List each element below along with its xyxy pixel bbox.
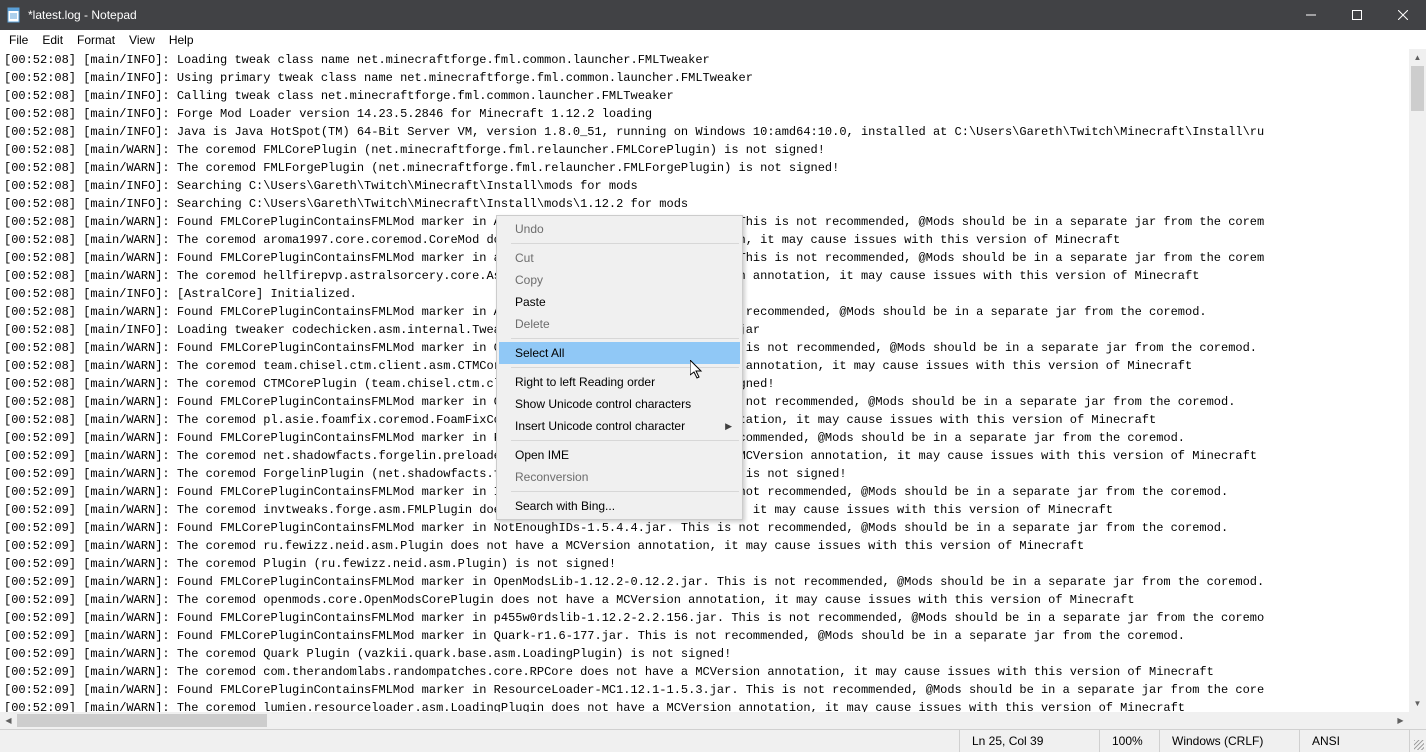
- status-encoding: ANSI: [1299, 730, 1409, 752]
- maximize-button[interactable]: [1334, 0, 1380, 30]
- ctx-open-ime[interactable]: Open IME: [499, 444, 740, 466]
- scroll-right-arrow[interactable]: ▶: [1392, 712, 1409, 729]
- notepad-icon: [6, 7, 22, 23]
- ctx-undo[interactable]: Undo: [499, 218, 740, 240]
- ctx-copy[interactable]: Copy: [499, 269, 740, 291]
- ctx-delete[interactable]: Delete: [499, 313, 740, 335]
- menu-help[interactable]: Help: [162, 32, 201, 48]
- titlebar[interactable]: *latest.log - Notepad: [0, 0, 1426, 30]
- menubar: File Edit Format View Help: [0, 30, 1426, 49]
- ctx-rtl-reading[interactable]: Right to left Reading order: [499, 371, 740, 393]
- menu-format[interactable]: Format: [70, 32, 122, 48]
- status-zoom: 100%: [1099, 730, 1159, 752]
- ctx-cut[interactable]: Cut: [499, 247, 740, 269]
- notepad-window: *latest.log - Notepad File Edit Format V…: [0, 0, 1426, 752]
- scroll-corner: [1409, 712, 1426, 729]
- ctx-reconversion[interactable]: Reconversion: [499, 466, 740, 488]
- ctx-separator: [511, 338, 739, 339]
- content-area: [00:52:08] [main/INFO]: Loading tweak cl…: [0, 49, 1426, 729]
- ctx-separator: [511, 491, 739, 492]
- ctx-select-all[interactable]: Select All: [499, 342, 740, 364]
- context-menu: Undo Cut Copy Paste Delete Select All Ri…: [496, 215, 743, 520]
- statusbar: Ln 25, Col 39 100% Windows (CRLF) ANSI: [0, 729, 1426, 752]
- close-button[interactable]: [1380, 0, 1426, 30]
- vertical-scroll-thumb[interactable]: [1411, 66, 1424, 111]
- ctx-insert-unicode[interactable]: Insert Unicode control character ▶: [499, 415, 740, 437]
- ctx-separator: [511, 243, 739, 244]
- minimize-button[interactable]: [1288, 0, 1334, 30]
- ctx-separator: [511, 367, 739, 368]
- submenu-arrow-icon: ▶: [725, 421, 732, 432]
- scroll-up-arrow[interactable]: ▲: [1409, 49, 1426, 66]
- scroll-down-arrow[interactable]: ▼: [1409, 695, 1426, 712]
- ctx-search-bing[interactable]: Search with Bing...: [499, 495, 740, 517]
- status-position: Ln 25, Col 39: [959, 730, 1099, 752]
- window-controls: [1288, 0, 1426, 30]
- window-title: *latest.log - Notepad: [28, 8, 1288, 22]
- scroll-left-arrow[interactable]: ◀: [0, 712, 17, 729]
- ctx-separator: [511, 440, 739, 441]
- resize-grip[interactable]: [1409, 730, 1426, 752]
- horizontal-scrollbar[interactable]: ◀ ▶: [0, 712, 1409, 729]
- horizontal-scroll-thumb[interactable]: [17, 714, 267, 727]
- menu-file[interactable]: File: [2, 32, 35, 48]
- menu-edit[interactable]: Edit: [35, 32, 70, 48]
- ctx-insert-unicode-label: Insert Unicode control character: [515, 419, 685, 433]
- vertical-scrollbar[interactable]: ▲ ▼: [1409, 49, 1426, 712]
- status-eol: Windows (CRLF): [1159, 730, 1299, 752]
- ctx-show-unicode[interactable]: Show Unicode control characters: [499, 393, 740, 415]
- menu-view[interactable]: View: [122, 32, 162, 48]
- ctx-paste[interactable]: Paste: [499, 291, 740, 313]
